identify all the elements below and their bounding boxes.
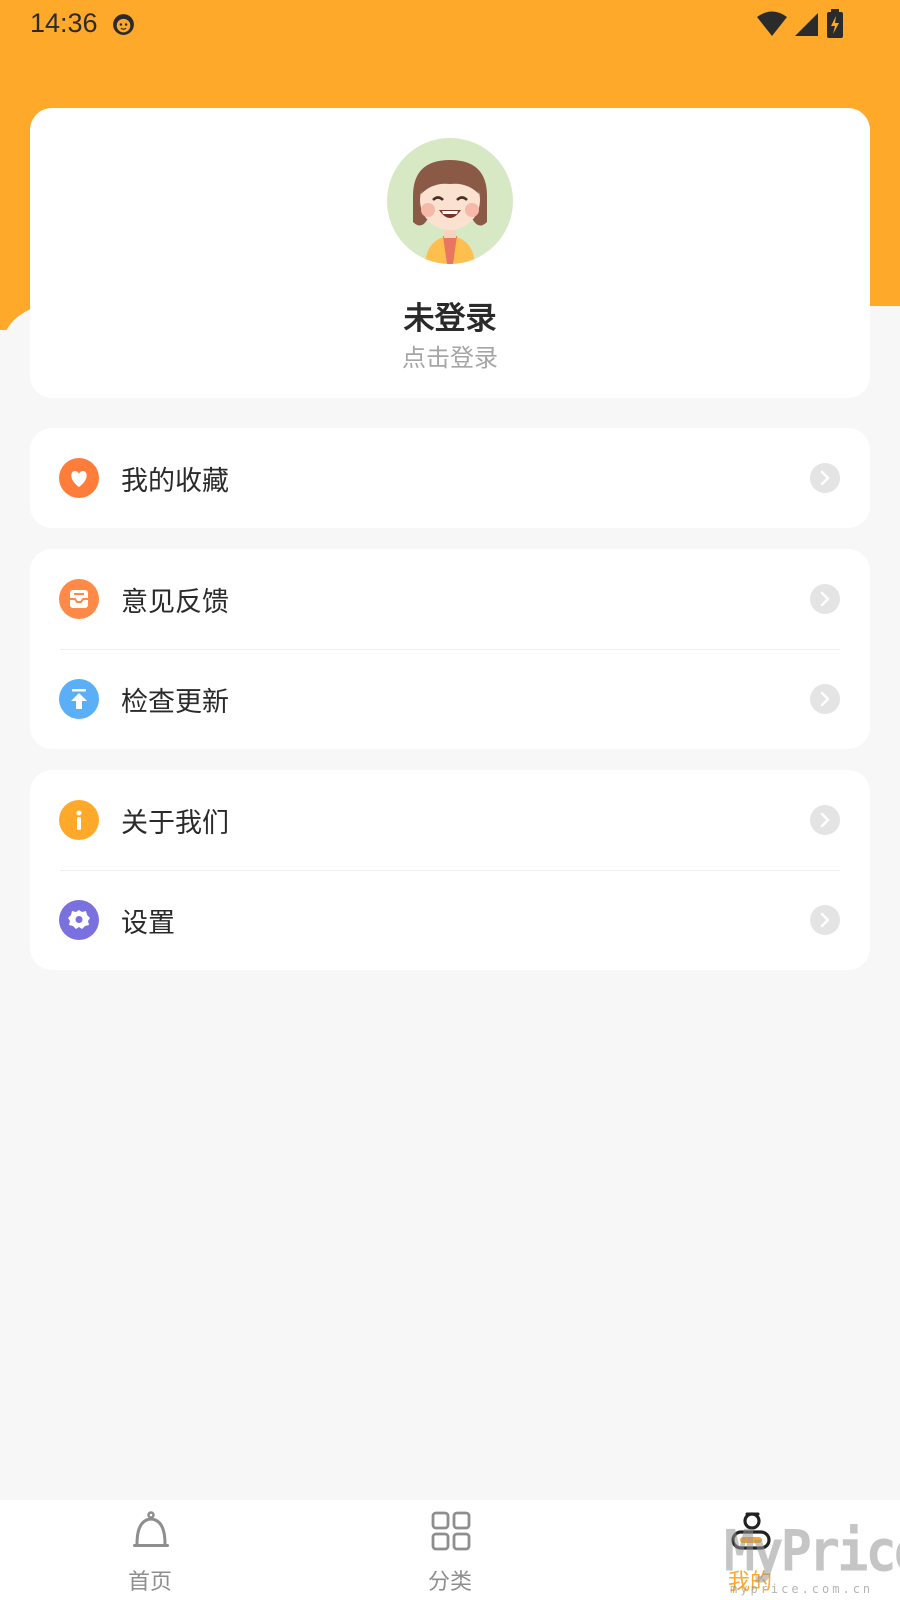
chevron-right-icon [810,905,840,935]
tab-home[interactable]: 首页 [0,1500,300,1600]
gear-icon [59,900,99,940]
menu-label-check-update: 检查更新 [121,687,229,718]
heart-icon [59,458,99,498]
feedback-update-card: 意见反馈 检查更新 [30,549,870,749]
menu-label-feedback: 意见反馈 [121,587,229,618]
menu-label-settings: 设置 [121,908,175,939]
bottom-tab-bar: 首页 分类 我的 [0,1500,900,1600]
login-link[interactable]: 点击登录 [30,338,870,373]
chevron-right-icon [810,684,840,714]
chevron-right-icon [810,805,840,835]
profile-icon [731,1512,771,1550]
menu-label-about: 关于我们 [121,808,229,839]
menu-item-check-update[interactable]: 检查更新 [30,649,870,749]
status-indicators [756,9,846,39]
grid-icon [431,1511,471,1551]
status-time: 14:36 [30,8,98,38]
menu-item-settings[interactable]: 设置 [30,870,870,970]
bell-icon [133,1511,169,1547]
tab-label-category: 分类 [427,1570,472,1595]
status-bar: 14:36 [0,0,900,46]
girl-avatar-icon [413,160,487,264]
tab-category[interactable]: 分类 [300,1500,600,1600]
cellular-signal-icon [795,13,818,36]
info-icon [59,800,99,840]
about-settings-card: 关于我们 设置 [30,770,870,970]
notification-face-icon [113,14,134,35]
chevron-right-icon [810,584,840,614]
avatar[interactable] [387,138,513,264]
profile-card[interactable]: 未登录 点击登录 [30,108,870,398]
menu-item-feedback[interactable]: 意见反馈 [30,549,870,649]
battery-charging-icon [827,9,843,38]
favorites-card: 我的收藏 [30,428,870,528]
wifi-icon [757,11,787,36]
tab-label-home: 首页 [127,1570,172,1595]
profile-name: 未登录 [403,301,497,337]
tab-label-mine: 我的 [727,1570,772,1595]
menu-label-favorites: 我的收藏 [121,466,229,497]
chevron-right-icon [810,463,840,493]
menu-item-about[interactable]: 关于我们 [30,770,870,870]
tab-mine[interactable]: 我的 [600,1500,900,1600]
mail-icon [59,579,99,619]
menu-item-favorites[interactable]: 我的收藏 [30,428,870,528]
upload-icon [59,679,99,719]
